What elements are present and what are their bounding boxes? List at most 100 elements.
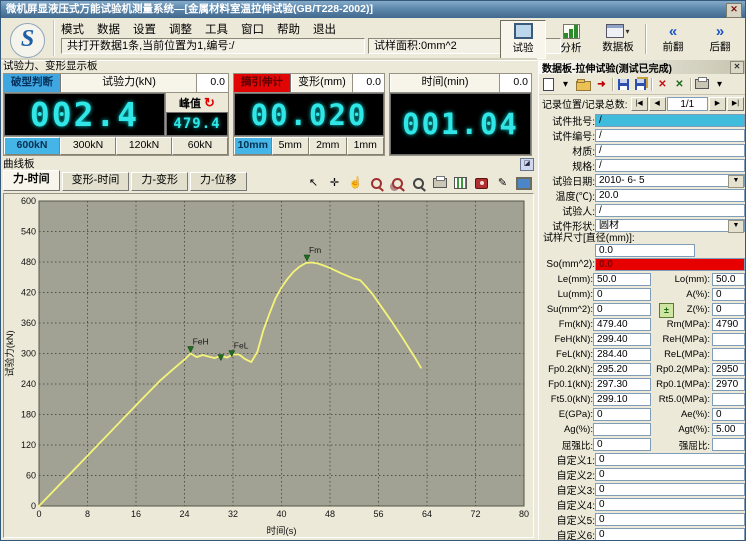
field-input[interactable] [712, 333, 745, 346]
field-input[interactable]: / [595, 144, 745, 157]
field-input[interactable]: 50.0 [712, 273, 745, 286]
delete-icon[interactable]: ✕ [656, 76, 669, 92]
so-input[interactable]: 0.0 [595, 258, 745, 271]
field-input[interactable]: 0 [595, 468, 745, 481]
analyze-button[interactable]: 分析 [549, 21, 593, 58]
menu-item[interactable]: 帮助 [277, 21, 300, 37]
field-input[interactable]: 479.40 [593, 318, 651, 331]
range-button-1mm[interactable]: 1mm [347, 137, 385, 155]
menu-item[interactable]: 窗口 [241, 21, 264, 37]
field-input[interactable] [712, 393, 745, 406]
field-input[interactable]: 2970 [712, 378, 745, 391]
chevron-down-icon[interactable]: ▾ [625, 27, 629, 36]
tab-0[interactable]: 力-时间 [3, 170, 60, 191]
field-input[interactable]: / [595, 159, 745, 172]
zoom-out-icon[interactable] [410, 175, 427, 191]
menu-item[interactable]: 数据 [97, 21, 120, 37]
snapshot-icon[interactable] [473, 175, 490, 191]
cursor-icon[interactable]: ↖ [305, 175, 322, 191]
report-icon[interactable] [452, 175, 469, 191]
field-input[interactable]: 20.0 [595, 189, 745, 202]
field-input[interactable]: 0 [593, 288, 651, 301]
range-button-300kn[interactable]: 300kN [60, 137, 116, 155]
field-input[interactable]: 圆材 [595, 219, 745, 232]
range-button-2mm[interactable]: 2mm [309, 137, 347, 155]
remove-extensometer-button[interactable]: 摘引伸计 [234, 74, 291, 92]
pin-icon[interactable]: ◪ [520, 158, 534, 171]
prev-record-button[interactable]: « 前翻 [651, 21, 695, 58]
delete-all-icon[interactable]: ✕ [673, 76, 686, 92]
field-input[interactable]: 2950 [712, 363, 745, 376]
range-button-600kn[interactable]: 600kN [4, 137, 60, 155]
menu-item[interactable]: 调整 [169, 21, 192, 37]
print-icon[interactable] [695, 76, 709, 92]
field-input[interactable] [712, 348, 745, 361]
tab-1[interactable]: 变形-时间 [62, 172, 130, 191]
save-as-icon[interactable] [634, 76, 647, 92]
databoard-button[interactable]: ▾ 数据板 [596, 21, 640, 58]
field-input[interactable]: 4790 [712, 318, 745, 331]
menu-item[interactable]: 设置 [133, 21, 156, 37]
range-button-120kn[interactable]: 120kN [116, 137, 172, 155]
field-input[interactable]: 284.40 [593, 348, 651, 361]
open-icon[interactable] [576, 76, 591, 92]
field-input[interactable]: 0 [595, 453, 745, 466]
field-input[interactable]: 0 [595, 513, 745, 526]
nav-last-button[interactable]: ▶| [727, 97, 744, 111]
hand-icon[interactable]: ☝ [347, 175, 364, 191]
display-icon[interactable] [515, 175, 532, 191]
close-icon[interactable]: ✕ [726, 3, 742, 18]
field-input[interactable]: 0 [712, 408, 745, 421]
field-input[interactable]: 0 [595, 528, 745, 541]
field-input[interactable]: / [595, 114, 745, 127]
menu-item[interactable]: 退出 [313, 21, 336, 37]
range-button-5mm[interactable]: 5mm [272, 137, 310, 155]
pan-icon[interactable]: ✛ [326, 175, 343, 191]
zoom-window-icon[interactable] [389, 175, 406, 191]
test-button[interactable]: 试验 [500, 20, 546, 59]
field-input[interactable] [712, 438, 745, 451]
print-menu-icon[interactable]: ▾ [713, 76, 726, 92]
range-button-10mm[interactable]: 10mm [234, 137, 272, 155]
field-input[interactable]: 0 [593, 303, 651, 316]
field-input[interactable]: 0 [593, 408, 651, 421]
save-icon[interactable] [617, 76, 630, 92]
close-icon[interactable]: ✕ [730, 61, 744, 74]
tab-3[interactable]: 力-位移 [190, 172, 247, 191]
specimen-size-input[interactable]: 0.0 [595, 244, 695, 257]
field-input[interactable]: 299.10 [593, 393, 651, 406]
new-record-icon[interactable] [542, 76, 555, 92]
chevron-down-icon[interactable]: ▼ [728, 175, 744, 188]
menu-item[interactable]: 模式 [61, 21, 84, 37]
field-input[interactable]: / [595, 204, 745, 217]
tab-2[interactable]: 力-变形 [131, 172, 188, 191]
break-judge-button[interactable]: 破型判断 [4, 74, 61, 92]
field-input[interactable]: / [595, 129, 745, 142]
nav-first-button[interactable]: |◀ [631, 97, 648, 111]
next-record-button[interactable]: » 后翻 [698, 21, 742, 58]
annotate-icon[interactable]: ✎ [494, 175, 511, 191]
peak-refresh-icon[interactable]: ↻ [204, 96, 215, 109]
nav-prev-button[interactable]: ◀ [649, 97, 666, 111]
field-input[interactable]: 295.20 [593, 363, 651, 376]
export-icon[interactable]: ➜ [595, 76, 608, 92]
menu-item[interactable]: 工具 [205, 21, 228, 37]
field-input[interactable]: 2010- 6- 5 [595, 174, 745, 187]
field-input[interactable]: 297.30 [593, 378, 651, 391]
new-record-menu-icon[interactable]: ▾ [559, 76, 572, 92]
nav-next-button[interactable]: ▶ [709, 97, 726, 111]
range-button-60kn[interactable]: 60kN [172, 137, 228, 155]
field-input[interactable]: 0 [593, 438, 651, 451]
field-input[interactable]: 0 [595, 483, 745, 496]
field-input[interactable] [593, 423, 651, 436]
field-input[interactable]: 0 [712, 303, 745, 316]
field-input[interactable]: 0 [595, 498, 745, 511]
zoom-in-icon[interactable] [368, 175, 385, 191]
field-input[interactable]: 50.0 [593, 273, 651, 286]
field-input[interactable]: 0 [712, 288, 745, 301]
print-icon[interactable] [431, 175, 448, 191]
chevron-down-icon[interactable]: ▼ [728, 220, 744, 233]
calc-icon[interactable]: ± [659, 303, 674, 318]
field-input[interactable]: 5.00 [712, 423, 745, 436]
field-input[interactable]: 299.40 [593, 333, 651, 346]
